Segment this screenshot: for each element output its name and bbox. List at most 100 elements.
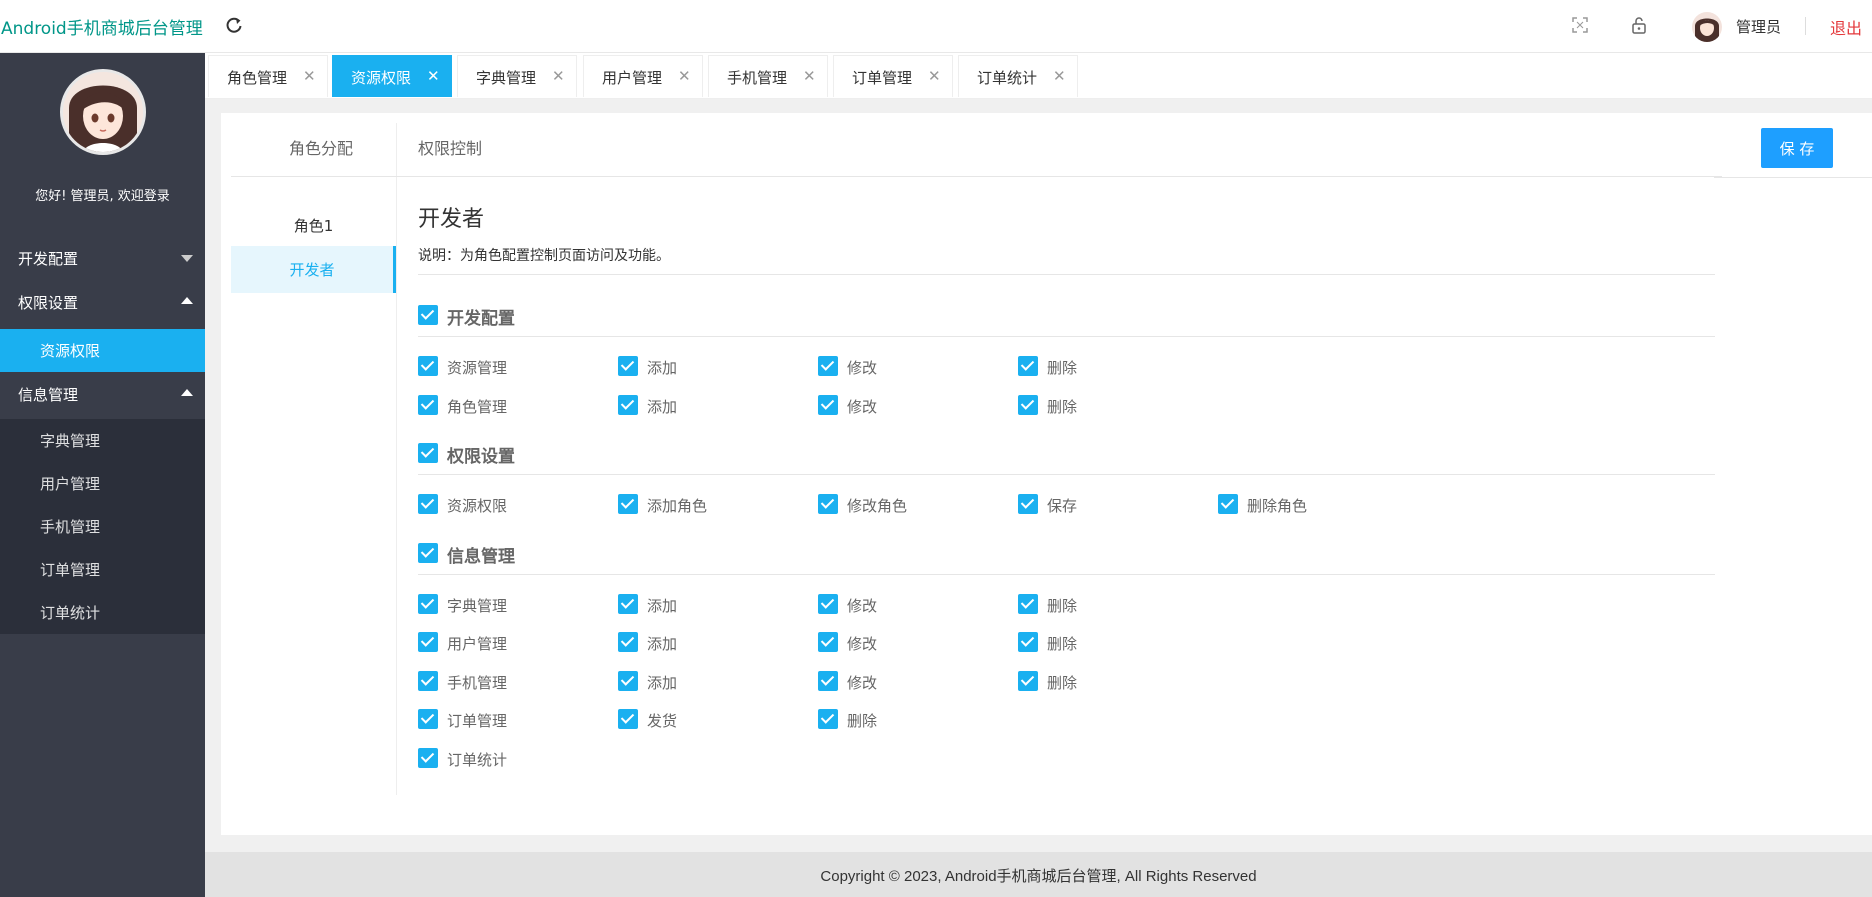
permission-checkbox[interactable]	[618, 394, 638, 415]
avatar[interactable]	[1692, 12, 1722, 42]
permission-label: 删除	[1047, 397, 1078, 416]
group-checkbox[interactable]	[418, 305, 438, 325]
permission-checkbox[interactable]	[418, 593, 438, 614]
header-divider	[1714, 177, 1872, 178]
permission-checkbox[interactable]	[818, 632, 838, 652]
sidebar: 您好! 管理员, 欢迎登录 开发配置 权限设置 资源权限 信息管理 字典管理 用…	[0, 53, 205, 897]
save-button[interactable]: 保 存	[1761, 128, 1833, 168]
close-icon[interactable]: ✕	[928, 67, 941, 85]
tab-users[interactable]: 用户管理 ✕	[583, 55, 703, 97]
caret-down-icon	[181, 255, 193, 262]
menu-group-permission[interactable]: 权限设置	[0, 280, 205, 324]
sidebar-item-orders[interactable]: 订单管理	[0, 548, 205, 591]
permission-label: 发货	[647, 712, 678, 730]
admin-name[interactable]: 管理员	[1736, 16, 1781, 37]
permission-label: 删除角色	[1247, 497, 1308, 515]
permission-checkbox[interactable]	[418, 494, 438, 514]
permission-label: 资源权限	[447, 497, 508, 515]
permission-checkbox[interactable]	[818, 494, 838, 514]
sidebar-item-users[interactable]: 用户管理	[0, 462, 205, 505]
sidebar-item-phones[interactable]: 手机管理	[0, 505, 205, 548]
permission-checkbox[interactable]	[1018, 494, 1038, 514]
permission-label: 添加	[647, 673, 678, 692]
caret-up-icon	[181, 297, 193, 304]
tab-phones[interactable]: 手机管理 ✕	[708, 55, 828, 97]
sidebar-item-resource-permission[interactable]: 资源权限	[0, 329, 205, 372]
permission-checkbox[interactable]	[418, 747, 438, 768]
tab-label: 资源权限	[351, 69, 412, 87]
sidebar-item-order-stats[interactable]: 订单统计	[0, 591, 205, 634]
permission-checkbox[interactable]	[818, 593, 838, 614]
permission-label: 添加	[647, 359, 678, 377]
permission-checkbox[interactable]	[1018, 632, 1038, 652]
permission-checkbox[interactable]	[618, 709, 638, 729]
tab-dictionary[interactable]: 字典管理 ✕	[457, 55, 577, 97]
permission-label: 添加	[647, 635, 678, 653]
logout-link[interactable]: 退出	[1830, 15, 1862, 39]
permission-label: 添加角色	[647, 497, 708, 515]
menu-group-dev-config[interactable]: 开发配置	[0, 236, 205, 280]
refresh-icon[interactable]	[224, 15, 244, 35]
permission-checkbox[interactable]	[1018, 670, 1038, 691]
tab-resource-permission[interactable]: 资源权限 ✕	[332, 55, 452, 97]
permission-checkbox[interactable]	[818, 356, 838, 376]
tab-label: 订单管理	[852, 69, 913, 87]
group-checkbox[interactable]	[418, 443, 438, 463]
permission-checkbox[interactable]	[818, 709, 838, 729]
permission-label: 删除	[1047, 635, 1078, 653]
role-item-role1[interactable]: 角色1	[231, 202, 396, 249]
permission-label: 角色管理	[447, 397, 508, 416]
close-icon[interactable]: ✕	[678, 67, 691, 85]
app-brand[interactable]: Android手机商城后台管理	[1, 14, 203, 39]
permission-label: 修改	[847, 596, 878, 615]
top-header: Android手机商城后台管理 管理员 退出	[0, 0, 1872, 53]
tab-order-stats[interactable]: 订单统计 ✕	[958, 55, 1078, 97]
header-divider	[231, 176, 1722, 177]
permission-label: 订单统计	[447, 750, 508, 769]
permission-checkbox[interactable]	[418, 709, 438, 729]
permission-label: 修改	[847, 673, 878, 692]
permission-label: 订单管理	[447, 712, 508, 730]
selected-role-title: 开发者	[418, 207, 485, 232]
permission-checkbox[interactable]	[818, 670, 838, 691]
permission-checkbox[interactable]	[818, 394, 838, 415]
tab-label: 字典管理	[476, 69, 537, 87]
permission-checkbox[interactable]	[618, 494, 638, 514]
permission-checkbox[interactable]	[1218, 494, 1238, 514]
permission-checkbox[interactable]	[418, 356, 438, 376]
menu-group-info[interactable]: 信息管理	[0, 372, 205, 416]
group-divider	[418, 474, 1715, 475]
group-label: 权限设置	[447, 447, 515, 467]
submenu-permission: 资源权限	[0, 329, 205, 372]
permission-checkbox[interactable]	[618, 593, 638, 614]
tab-label: 订单统计	[977, 69, 1038, 87]
lock-icon[interactable]	[1630, 16, 1648, 34]
tab-label: 角色管理	[227, 69, 288, 87]
close-icon[interactable]: ✕	[1053, 67, 1066, 85]
tab-label: 手机管理	[727, 69, 788, 87]
permission-checkbox[interactable]	[1018, 593, 1038, 614]
permission-checkbox[interactable]	[618, 632, 638, 652]
role-item-developer[interactable]: 开发者	[231, 246, 396, 293]
fullscreen-icon[interactable]	[1571, 16, 1589, 34]
user-avatar	[60, 69, 146, 155]
close-icon[interactable]: ✕	[303, 67, 316, 85]
tab-orders[interactable]: 订单管理 ✕	[833, 55, 953, 97]
tab-role-management[interactable]: 角色管理 ✕	[208, 55, 328, 97]
permission-checkbox[interactable]	[1018, 394, 1038, 415]
permission-checkbox[interactable]	[618, 356, 638, 376]
caret-up-icon	[181, 389, 193, 396]
close-icon[interactable]: ✕	[803, 67, 816, 85]
permission-checkbox[interactable]	[418, 632, 438, 652]
permission-checkbox[interactable]	[1018, 356, 1038, 376]
close-icon[interactable]: ✕	[427, 67, 440, 85]
permission-label: 用户管理	[447, 635, 508, 653]
permission-checkbox[interactable]	[418, 394, 438, 415]
sidebar-item-dictionary[interactable]: 字典管理	[0, 419, 205, 462]
permission-checkbox[interactable]	[618, 670, 638, 691]
close-icon[interactable]: ✕	[552, 67, 565, 85]
group-checkbox[interactable]	[418, 542, 438, 563]
permission-checkbox[interactable]	[418, 670, 438, 691]
group-divider	[418, 336, 1715, 337]
role-assign-header: 角色分配	[231, 113, 396, 177]
